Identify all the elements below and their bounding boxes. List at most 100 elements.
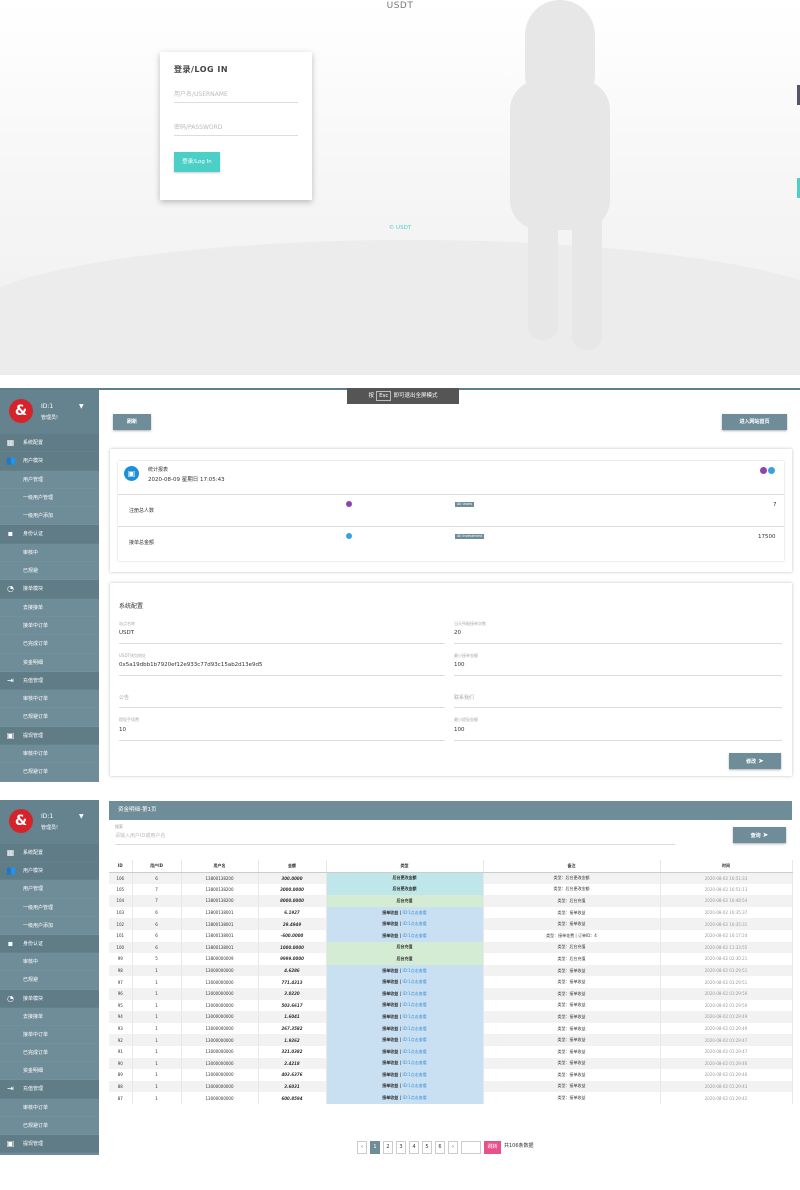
sidebar-item[interactable]: 审核中 — [0, 544, 99, 563]
sidebar-item[interactable]: ⇥ 充值管理 — [0, 671, 99, 691]
sidebar-item[interactable]: ▦ 系统配置 — [0, 844, 99, 863]
view-order-link[interactable]: ID:1点击查看 — [403, 921, 427, 926]
sidebar-item[interactable]: 审核中订单 — [0, 1099, 99, 1117]
refresh-button[interactable]: 刷新 — [113, 414, 151, 430]
view-order-link[interactable]: ID:1点击查看 — [403, 910, 427, 915]
sidebar-item[interactable]: 已规避订单 — [0, 708, 99, 727]
save-button[interactable]: 修改 ➤ — [729, 753, 781, 769]
view-order-link[interactable]: ID:1点击查看 — [403, 933, 427, 938]
sidebar-item[interactable]: 去接接单 — [0, 1008, 99, 1026]
view-order-link[interactable]: ID:1点击查看 — [403, 1026, 427, 1031]
sidebar-item[interactable]: ▦ 系统配置 — [0, 434, 99, 453]
col-note[interactable]: 备注 — [483, 860, 661, 873]
search-input[interactable]: 请输入用户ID或用户名 — [115, 832, 165, 839]
daily-orders-field[interactable]: 20 — [454, 630, 461, 636]
view-order-link[interactable]: ID:1点击查看 — [403, 1037, 427, 1042]
sidebar-item[interactable]: 接单中订单 — [0, 1026, 99, 1045]
sidebar-item[interactable]: 已完成订单 — [0, 635, 99, 654]
sidebar-item[interactable]: ◔ 接单模块 — [0, 580, 99, 599]
view-order-link[interactable]: ID:1点击查看 — [403, 979, 427, 984]
col-type[interactable]: 类型 — [326, 860, 484, 873]
sidebar-item[interactable]: ⇥ 充值管理 — [0, 1080, 99, 1099]
sidebar-item[interactable]: 接单中订单 — [0, 617, 99, 636]
view-order-link[interactable]: ID:1点击查看 — [403, 991, 427, 996]
search-button[interactable]: 查询 ➤ — [733, 827, 786, 843]
view-order-link[interactable]: ID:1点击查看 — [403, 1049, 427, 1054]
sidebar-item[interactable]: 用户管理 — [0, 880, 99, 899]
withdraw-fee-field[interactable]: 10 — [119, 727, 126, 733]
sidebar-item[interactable]: 已规避 — [0, 971, 99, 990]
chevron-down-icon[interactable]: ▼ — [79, 403, 84, 410]
type-label: 接单收益 — [382, 967, 399, 973]
fullscreen-hint: 按 Esc 即可退出全屏模式 — [347, 388, 459, 404]
sidebar-item[interactable]: 已规避订单 — [0, 1171, 99, 1190]
sidebar: & ID:1 ▼ 管理员! ▦ 系统配置 👥 用户模块 用户管理 一级用户管理 一级用户添加… — [0, 800, 99, 1190]
sidebar-item[interactable]: ▣ 提现管理 — [0, 1135, 99, 1154]
goto-page-input[interactable] — [461, 1141, 481, 1154]
goto-button[interactable]: 跳转 — [484, 1141, 501, 1154]
table-row: 95 1 13000000000 503.6617 接单收益 | ID:1点击查看 类型：… — [109, 999, 793, 1012]
sidebar-item[interactable]: 用户管理 — [0, 471, 99, 489]
col-user-id[interactable]: 用户ID — [132, 860, 182, 873]
prev-page-button[interactable]: ‹ — [357, 1141, 367, 1154]
sidebar-item[interactable]: ▪ 身份认证 — [0, 525, 99, 544]
sidebar-item[interactable]: ◔ 接单模块 — [0, 989, 99, 1008]
page-button[interactable]: 5 — [422, 1141, 432, 1154]
view-order-link[interactable]: ID:1点击查看 — [403, 968, 427, 973]
view-order-link[interactable]: ID:1点击查看 — [403, 1014, 427, 1019]
view-order-link[interactable]: ID:1点击查看 — [403, 1060, 427, 1065]
users-icon: 👥 — [6, 866, 16, 876]
site-name-field[interactable]: USDT — [119, 630, 134, 636]
sidebar-item[interactable]: 已规避 — [0, 562, 99, 581]
sidebar-item[interactable]: 资金明细 — [0, 1062, 99, 1081]
enter-site-button[interactable]: 进入网站首页 — [722, 414, 787, 430]
sidebar-item[interactable]: 一级用户管理 — [0, 489, 99, 508]
view-order-link[interactable]: ID:1点击查看 — [403, 1083, 427, 1088]
chevron-down-icon[interactable]: ▼ — [79, 813, 84, 820]
cell-id: 100 — [109, 941, 133, 954]
sidebar-item[interactable]: 资金明细 — [0, 654, 99, 672]
cell-note: 类型：接单花费 | 订单ID：4 — [483, 929, 661, 942]
sidebar-item[interactable]: ▪ 身份认证 — [0, 934, 99, 954]
sidebar-item[interactable]: 审核中 — [0, 953, 99, 972]
view-order-link[interactable]: ID:1点击查看 — [403, 1002, 427, 1007]
col-username[interactable]: 用户名 — [181, 860, 259, 873]
col-id[interactable]: ID — [109, 860, 133, 873]
notice-field[interactable]: 公告 — [119, 694, 129, 701]
login-button[interactable]: 登录/Log In — [174, 152, 220, 172]
sidebar-item[interactable]: 👥 用户模块 — [0, 452, 99, 471]
wallet-address-field[interactable]: 0x5a19dbb1b7920ef12e933c77d93c15ab2d13e9… — [119, 662, 263, 668]
sidebar-item[interactable]: 一级用户添加 — [0, 507, 99, 526]
page-button[interactable]: 4 — [409, 1141, 419, 1154]
sidebar-item[interactable]: 审核中订单 — [0, 745, 99, 764]
page-button[interactable]: 3 — [396, 1141, 406, 1154]
sidebar-item[interactable]: 已规避订单 — [0, 1117, 99, 1135]
col-time[interactable]: 时间 — [660, 860, 793, 873]
page-button[interactable]: 2 — [383, 1141, 393, 1154]
min-order-field[interactable]: 100 — [454, 662, 465, 668]
password-input[interactable]: 密码/PASSWORD — [174, 122, 298, 136]
sidebar-item[interactable]: 已完成订单 — [0, 1044, 99, 1063]
view-order-link[interactable]: ID:1点击查看 — [403, 1072, 427, 1077]
username-input[interactable]: 用户名/USERNAME — [174, 89, 298, 103]
cell-username: 13800138001 — [181, 929, 259, 942]
view-order-link[interactable]: ID:1点击查看 — [403, 1095, 427, 1100]
contact-field[interactable]: 联系我们 — [454, 694, 474, 701]
sidebar-item[interactable]: ▣ 提现管理 — [0, 726, 99, 746]
sidebar-item[interactable]: 去接接单 — [0, 599, 99, 617]
cell-type: 接单收益 | ID:1点击查看 — [326, 1092, 484, 1104]
sidebar-item[interactable]: 审核中订单 — [0, 1153, 99, 1172]
sidebar-item[interactable]: 审核中订单 — [0, 690, 99, 709]
user-role: 管理员! — [41, 825, 59, 831]
sidebar-item[interactable]: 已规避订单 — [0, 763, 99, 782]
sidebar-item[interactable]: 一级用户管理 — [0, 899, 99, 917]
min-withdraw-field[interactable]: 100 — [454, 727, 465, 733]
logo: & — [9, 809, 33, 833]
sidebar-item[interactable]: 一级用户添加 — [0, 917, 99, 935]
page-button[interactable]: 1 — [370, 1141, 380, 1154]
page-button[interactable]: 6 — [435, 1141, 445, 1154]
sidebar-item[interactable]: 👥 用户模块 — [0, 862, 99, 881]
next-page-button[interactable]: › — [448, 1141, 458, 1154]
id-card-icon: ▪ — [7, 529, 14, 539]
col-amount[interactable]: 金额 — [258, 860, 327, 873]
